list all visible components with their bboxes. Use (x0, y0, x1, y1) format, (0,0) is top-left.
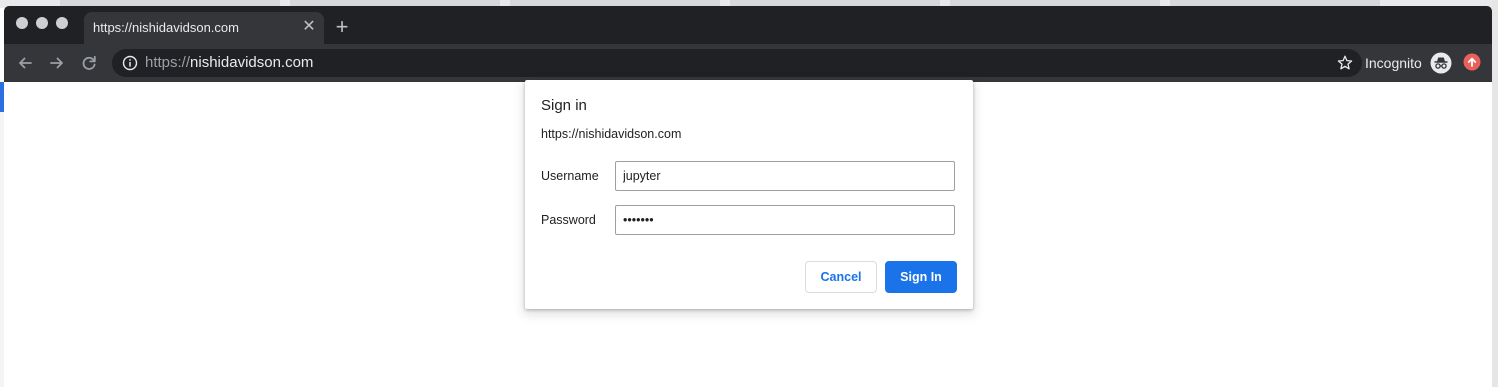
dialog-title: Sign in (541, 97, 587, 114)
tab-active[interactable]: https://nishidavidson.com ✕ (84, 12, 324, 44)
window-maximize-dot[interactable] (56, 17, 68, 29)
close-icon[interactable]: ✕ (300, 18, 318, 36)
password-label: Password (541, 213, 596, 227)
tab-strip: https://nishidavidson.com ✕ + (4, 6, 1492, 44)
username-label: Username (541, 169, 599, 183)
plus-icon[interactable]: + (332, 16, 352, 38)
sign-in-button[interactable]: Sign In (885, 261, 957, 293)
toolbar: https://nishidavidson.com Incognito (4, 44, 1492, 82)
update-icon[interactable] (1463, 53, 1481, 71)
url-host: nishidavidson.com (190, 54, 314, 71)
dialog-origin: https://nishidavidson.com (541, 127, 682, 141)
incognito-label: Incognito (1365, 55, 1422, 71)
password-input[interactable] (615, 205, 955, 235)
address-bar[interactable]: https://nishidavidson.com (112, 49, 1362, 77)
window-close-dot[interactable] (16, 17, 28, 29)
incognito-icon[interactable] (1430, 52, 1452, 74)
username-input[interactable] (615, 161, 955, 191)
tab-title: https://nishidavidson.com (93, 20, 239, 35)
window-minimize-dot[interactable] (36, 17, 48, 29)
background-window-edge (1492, 0, 1498, 387)
info-icon[interactable] (122, 55, 138, 71)
reload-icon[interactable] (79, 53, 99, 73)
forward-arrow-icon[interactable] (47, 53, 67, 73)
back-arrow-icon[interactable] (15, 53, 35, 73)
cancel-button[interactable]: Cancel (805, 261, 877, 293)
url-scheme: https:// (145, 54, 191, 71)
sign-in-dialog: Sign in https://nishidavidson.com Userna… (525, 80, 973, 309)
star-icon[interactable] (1336, 54, 1354, 72)
url-text[interactable]: https://nishidavidson.com (145, 54, 313, 71)
